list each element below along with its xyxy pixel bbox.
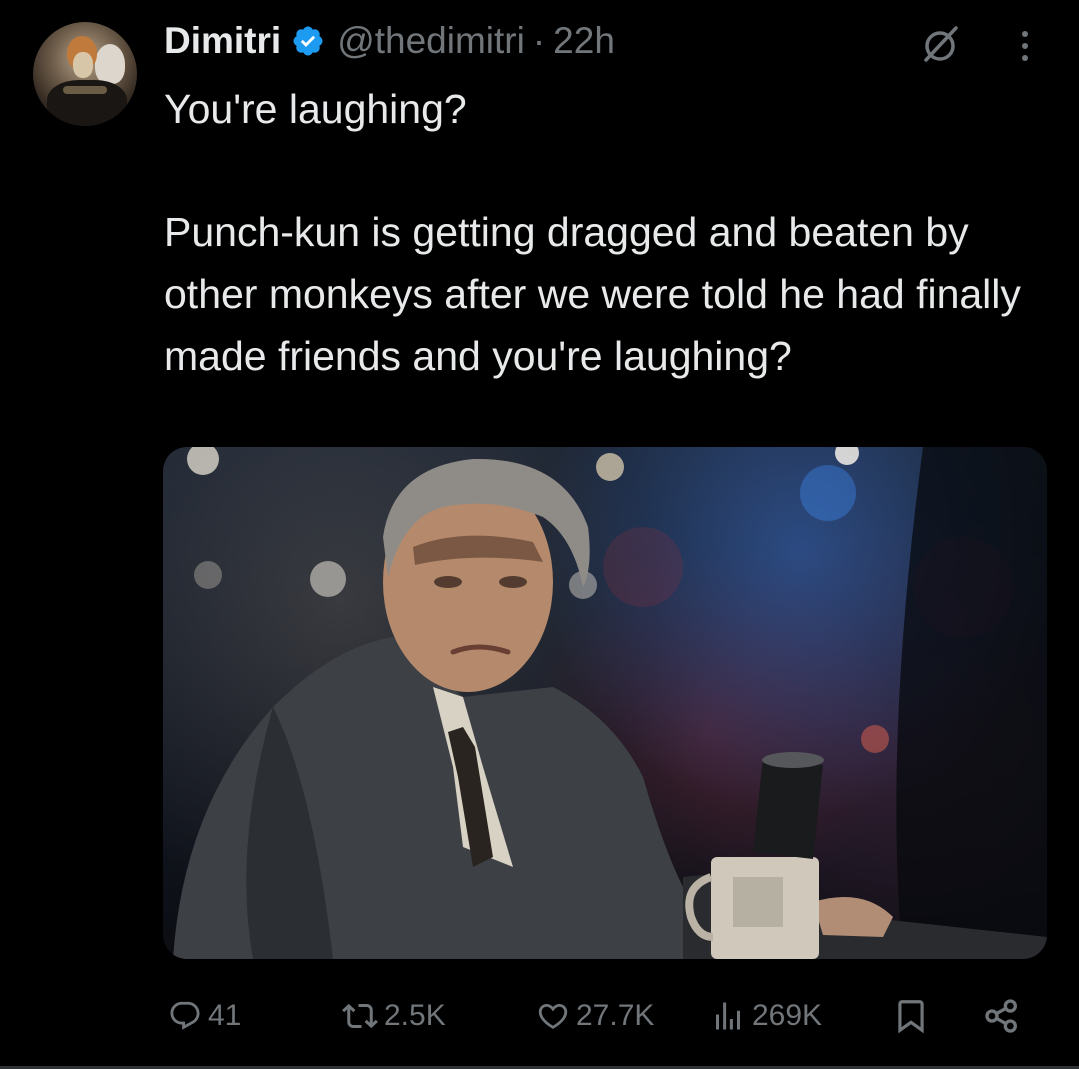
avatar-hood-shape: [95, 44, 125, 84]
heart-icon: [536, 999, 570, 1033]
like-count: 27.7K: [576, 999, 655, 1032]
views-button[interactable]: 269K: [710, 990, 822, 1042]
author-name[interactable]: Dimitri: [164, 20, 281, 62]
repost-count: 2.5K: [384, 999, 446, 1032]
tweet-text-line2: Punch-kun is getting dragged and beaten …: [164, 209, 1021, 379]
reply-count: 41: [208, 999, 242, 1032]
repost-icon: [342, 998, 378, 1034]
tweet-image[interactable]: [163, 447, 1047, 959]
like-button[interactable]: 27.7K: [536, 990, 654, 1042]
share-button[interactable]: [982, 990, 1022, 1042]
avatar-detail-shape: [63, 86, 107, 94]
tweet-text-line1: You're laughing?: [164, 86, 467, 132]
tweet-header: Dimitri @thedimitri · 22h: [164, 16, 615, 66]
avatar[interactable]: [33, 22, 137, 126]
author-handle[interactable]: @thedimitri: [337, 20, 525, 62]
bookmark-button[interactable]: [892, 990, 930, 1042]
views-icon: [710, 998, 746, 1034]
timestamp[interactable]: 22h: [553, 20, 615, 62]
views-count: 269K: [752, 999, 823, 1032]
tweet-text: You're laughing? Punch-kun is getting dr…: [164, 78, 1044, 387]
share-icon: [982, 996, 1022, 1036]
reply-icon: [168, 999, 202, 1033]
action-bar: 41 2.5K 27.7K 269K: [164, 990, 1044, 1042]
grok-icon[interactable]: [918, 22, 962, 66]
repost-button[interactable]: 2.5K: [342, 990, 446, 1042]
tweet-image-illustration: [173, 447, 1047, 959]
avatar-face-shape: [73, 52, 93, 78]
verified-badge-icon[interactable]: [291, 24, 325, 58]
reply-button[interactable]: 41: [168, 990, 241, 1042]
header-separator: ·: [532, 20, 546, 61]
more-icon[interactable]: [1010, 22, 1040, 66]
tweet: Dimitri @thedimitri · 22h You're laughin…: [0, 0, 1079, 1069]
bookmark-icon: [892, 997, 930, 1035]
